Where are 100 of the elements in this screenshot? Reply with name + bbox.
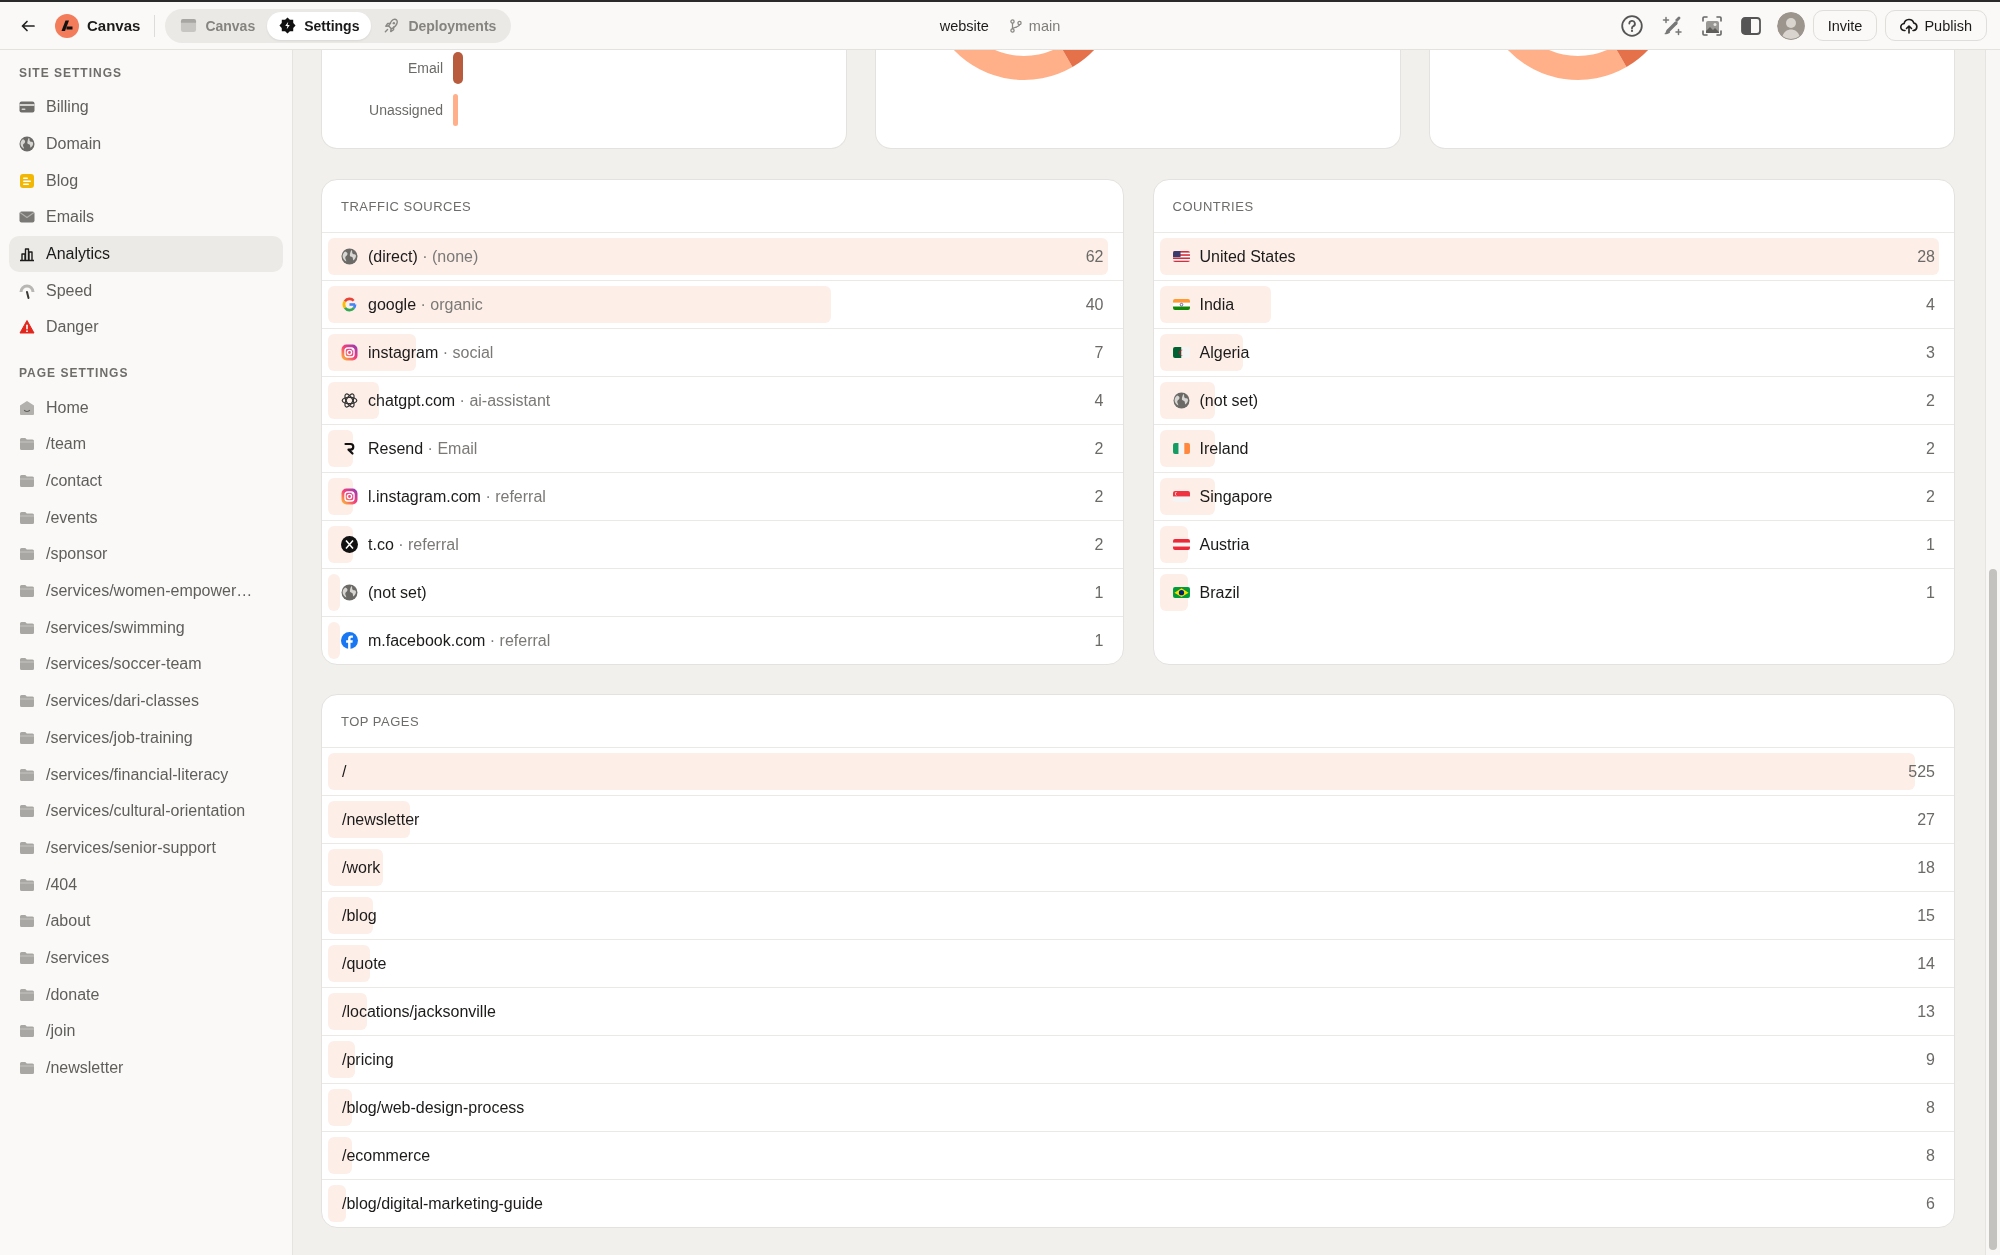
visit-count: 8 (1926, 1146, 1935, 1165)
folder-icon (19, 729, 35, 746)
brush-sparkle-icon[interactable] (1660, 14, 1683, 37)
sidebar-item[interactable]: Danger (9, 309, 283, 346)
folder-icon (19, 876, 35, 893)
visit-count: 28 (1917, 247, 1935, 266)
sidebar-item[interactable]: Emails (9, 199, 283, 236)
sidebar-item[interactable]: Analytics (9, 235, 283, 273)
folder-icon (19, 1023, 35, 1040)
app-title: Canvas (87, 17, 141, 34)
sidebar-item[interactable]: /services/financial-literacy (9, 756, 283, 793)
folder-icon (19, 509, 35, 526)
sidebar-item[interactable]: /newsletter (9, 1049, 283, 1087)
folder-icon (19, 473, 35, 490)
source-label: Resend · Email (368, 439, 478, 458)
image-icon[interactable] (1700, 14, 1723, 37)
source-label: instagram · social (368, 343, 494, 362)
envelope-icon (19, 209, 35, 226)
sidebar-item[interactable]: /services/job-training (9, 719, 283, 757)
logo-icon (55, 13, 79, 38)
sidebar-item[interactable]: /team (9, 426, 283, 463)
x-logo-icon (341, 536, 358, 553)
country-name: Brazil (1199, 583, 1240, 602)
visit-count: 2 (1094, 439, 1104, 458)
sidebar-item[interactable]: Blog (9, 162, 283, 200)
globe-icon (341, 584, 358, 601)
sidebar-item[interactable]: Speed (9, 272, 283, 310)
sidebar-item[interactable]: /services/soccer-team (9, 646, 283, 683)
warning-icon (19, 319, 35, 336)
scrollbar-thumb[interactable] (1989, 569, 1997, 1250)
sidebar-item[interactable]: /events (9, 499, 283, 537)
source-label: (not set) (368, 583, 427, 602)
country-name: (not set) (1199, 391, 1259, 410)
branch-name[interactable]: main (1028, 17, 1061, 34)
visit-count: 8 (1926, 1098, 1935, 1117)
sidebar-item[interactable]: /services/swimming (9, 609, 283, 647)
sidebar-item[interactable]: /contact (9, 462, 283, 500)
invite-button[interactable]: Invite (1812, 10, 1878, 41)
card-title: TRAFFIC SOURCES (341, 198, 472, 214)
folder-icon (19, 693, 35, 710)
folder-icon (19, 766, 35, 783)
sidebar-item[interactable]: /services/dari-classes (9, 682, 283, 720)
sidebar-item[interactable]: /sponsor (9, 536, 283, 573)
sidebar-item[interactable]: /donate (9, 976, 283, 1013)
country-name: Ireland (1199, 439, 1249, 458)
page-path: /locations/jacksonville (342, 1002, 496, 1021)
f-logo-icon (341, 632, 358, 649)
country-name: India (1199, 295, 1235, 314)
sidebar-item[interactable]: /404 (9, 866, 283, 903)
flag-icon (1172, 346, 1190, 359)
page-path: /blog/digital-marketing-guide (342, 1194, 543, 1213)
visit-count: 18 (1917, 858, 1935, 877)
sidebar-item[interactable]: /services (9, 939, 283, 977)
sidebar-item[interactable]: /services/cultural-orientation (9, 792, 283, 830)
visit-count: 4 (1094, 391, 1104, 410)
visit-count: 15 (1917, 906, 1935, 925)
sidebar-item[interactable]: Domain (9, 125, 283, 163)
page-path: /blog/web-design-process (342, 1098, 525, 1117)
card-title: COUNTRIES (1172, 198, 1254, 214)
visit-count: 2 (1094, 487, 1104, 506)
sidebar-item[interactable]: Billing (9, 89, 283, 126)
sidebar-item[interactable]: /join (9, 1013, 283, 1050)
country-name: United States (1199, 247, 1296, 266)
visit-count: 4 (1926, 295, 1935, 314)
bar-chart-icon (19, 246, 35, 263)
sidebar-item[interactable]: /about (9, 902, 283, 940)
source-label: l.instagram.com · referral (368, 487, 546, 506)
folder-icon (19, 619, 35, 636)
sidebar-item[interactable]: /services/senior-support (9, 829, 283, 867)
visit-count: 1 (1926, 535, 1935, 554)
page-path: /blog (342, 906, 377, 925)
flag-icon (1172, 490, 1190, 503)
page-path: /pricing (342, 1050, 394, 1069)
globe-icon (1172, 392, 1190, 409)
folder-icon (19, 839, 35, 856)
rocket-icon (383, 17, 401, 34)
sidebar-item[interactable]: Home (9, 389, 283, 426)
panel-icon[interactable] (1740, 16, 1761, 35)
visit-count: 2 (1094, 535, 1104, 554)
help-icon[interactable] (1620, 14, 1643, 37)
folder-icon (19, 583, 35, 600)
tab[interactable]: Settings (267, 11, 372, 40)
page-path: / (342, 762, 347, 781)
country-name: Singapore (1199, 487, 1273, 506)
folder-icon (19, 1060, 35, 1077)
page-path: /ecommerce (342, 1146, 431, 1165)
cloud-upload-icon (1900, 16, 1919, 35)
sidebar-item[interactable]: /services/women-empower… (9, 572, 283, 610)
house-icon (19, 399, 35, 416)
card-title: TOP PAGES (341, 713, 420, 729)
avatar-icon[interactable] (1776, 11, 1805, 40)
visit-count: 27 (1917, 810, 1935, 829)
publish-button[interactable]: Publish (1885, 10, 1987, 41)
atom-icon (341, 392, 358, 409)
project-name: website (939, 17, 989, 34)
visit-count: 2 (1926, 487, 1935, 506)
section-heading: SITE SETTINGS (18, 65, 123, 82)
settings-icon (279, 17, 297, 34)
visit-count: 62 (1085, 247, 1104, 266)
source-label: google · organic (368, 295, 483, 314)
